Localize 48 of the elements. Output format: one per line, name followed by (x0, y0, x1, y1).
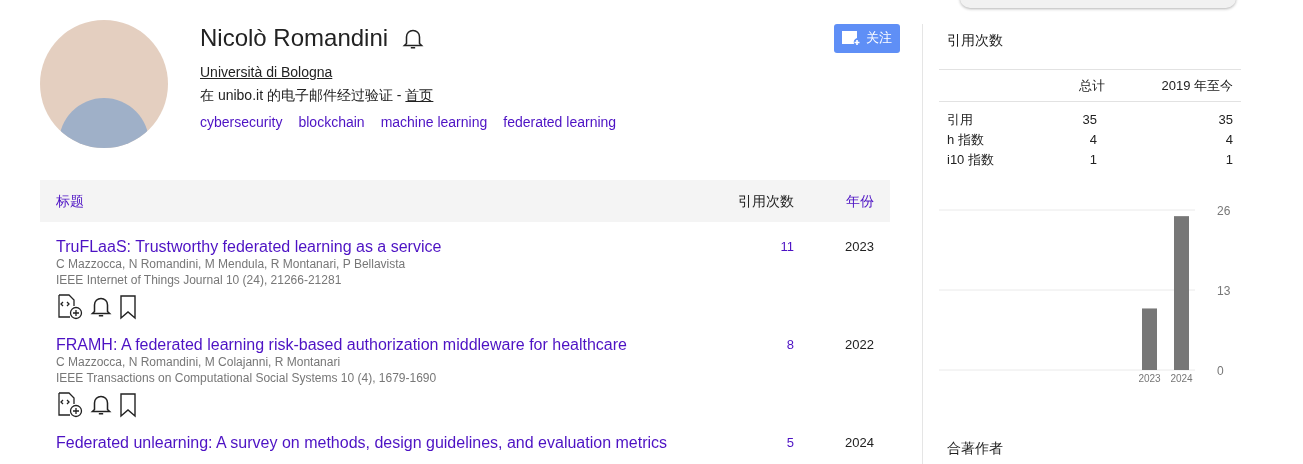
metric-since: 4 (1224, 131, 1233, 149)
year-cell-text: 2024 (844, 434, 874, 452)
interest-link[interactable]: cybersecurity (200, 112, 283, 133)
column-header: 2019 年至今 (1160, 76, 1234, 95)
year-cell-text: 2022 (844, 336, 874, 354)
metric-total: 4 (1089, 131, 1097, 149)
article-title-link[interactable]: FRAMH: A federated learning risk-based authorization middleware for healthcare (56, 336, 734, 354)
column-header: 总计 (1078, 76, 1105, 95)
affiliation-link[interactable]: Università di Bologna (200, 62, 333, 83)
profile-name: Nicolò Romandini (200, 23, 389, 53)
cite-add-icon[interactable] (56, 390, 84, 418)
bar (1142, 308, 1157, 370)
x-axis-label: 2024 (1170, 373, 1193, 384)
metric-since: 1 (1224, 151, 1233, 169)
metric-total: 35 (1082, 111, 1097, 129)
bookmark-icon[interactable] (118, 294, 138, 320)
column-header: 引用次数 (738, 191, 794, 211)
section-title: 合著作者 (947, 439, 1004, 458)
column-header[interactable]: 标题 (56, 190, 84, 212)
metric-label: 引用 (947, 111, 973, 129)
article-authors: C Mazzocca, N Romandini, M Colajanni, R Montanari (56, 354, 342, 370)
cited-count-link[interactable]: 11 (734, 238, 794, 320)
interest-link[interactable]: blockchain (298, 112, 365, 133)
homepage-link[interactable]: 首页 (405, 85, 434, 106)
article-venue: IEEE Transactions on Computational Social Systems 10 (4), 1679-1690 (56, 370, 438, 386)
y-axis-label: 0 (1217, 363, 1224, 380)
metric-total: 1 (1089, 151, 1097, 169)
metric-label: h 指数 (947, 131, 984, 149)
cited-count-link[interactable]: 8 (734, 336, 794, 418)
email-note: 在 unibo.it 的电子邮件经过验证 - (200, 86, 403, 105)
article-title-link[interactable]: TruFLaaS: Trustworthy federated learning as a service (56, 238, 734, 256)
column-header[interactable]: 年份 (794, 190, 874, 212)
interest-link[interactable]: federated learning (503, 112, 617, 133)
article-authors: C Mazzocca, N Romandini, M Mendula, R Montanari, P Bellavista (56, 256, 407, 272)
y-axis-label: 26 (1217, 203, 1231, 220)
bookmark-icon[interactable] (118, 392, 138, 418)
x-axis-label: 2023 (1138, 373, 1161, 384)
cite-add-icon[interactable] (56, 292, 84, 320)
cited-count-link[interactable]: 5 (734, 434, 794, 452)
section-title: 引用次数 (947, 31, 1004, 50)
interest-link[interactable]: machine learning (380, 112, 488, 133)
y-axis-label: 13 (1217, 283, 1231, 300)
mail-plus-icon (842, 30, 862, 46)
article-venue: IEEE Internet of Things Journal 10 (24), 21266-21281 (56, 272, 343, 288)
article-title-link[interactable]: Federated unlearning: A survey on methods, design guidelines, and evaluation metrics (56, 434, 734, 452)
metric-since: 35 (1217, 111, 1233, 129)
metric-label: i10 指数 (947, 151, 994, 169)
year-cell-text: 2023 (844, 238, 874, 256)
